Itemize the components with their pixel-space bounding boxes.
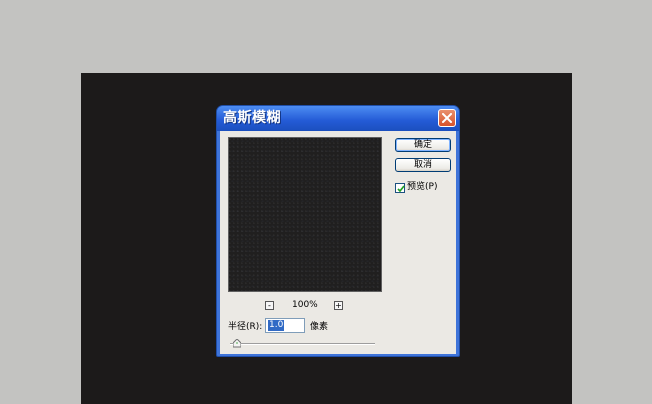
close-button[interactable] bbox=[438, 109, 456, 127]
checkmark-icon bbox=[397, 185, 405, 193]
preview-label[interactable]: 预览(P) bbox=[407, 181, 437, 194]
radius-label: 半径(R): bbox=[228, 322, 263, 332]
zoom-in-button[interactable]: + bbox=[334, 301, 343, 310]
slider-thumb-icon[interactable] bbox=[233, 339, 241, 348]
zoom-out-button[interactable]: - bbox=[265, 301, 274, 310]
close-icon bbox=[442, 113, 452, 123]
gaussian-blur-dialog: 高斯模糊 - 100% + 确定 取消 预览(P) 半径(R): 1.0 像素 bbox=[216, 105, 460, 357]
radius-value[interactable]: 1.0 bbox=[268, 320, 285, 331]
blur-preview-image[interactable] bbox=[228, 137, 382, 292]
radius-input[interactable]: 1.0 bbox=[265, 318, 305, 333]
unit-label: 像素 bbox=[310, 322, 329, 332]
ok-button[interactable]: 确定 bbox=[395, 138, 451, 152]
radius-slider-track[interactable] bbox=[230, 343, 375, 345]
dialog-content: - 100% + 确定 取消 预览(P) 半径(R): 1.0 像素 bbox=[220, 131, 456, 354]
cancel-button[interactable]: 取消 bbox=[395, 158, 451, 172]
dialog-titlebar[interactable]: 高斯模糊 bbox=[217, 106, 459, 131]
photoshop-workspace: 高斯模糊 - 100% + 确定 取消 预览(P) 半径(R): 1.0 像素 bbox=[0, 0, 652, 404]
zoom-level-text: 100% bbox=[292, 300, 318, 310]
preview-checkbox[interactable] bbox=[395, 183, 405, 193]
dialog-title: 高斯模糊 bbox=[223, 110, 281, 126]
